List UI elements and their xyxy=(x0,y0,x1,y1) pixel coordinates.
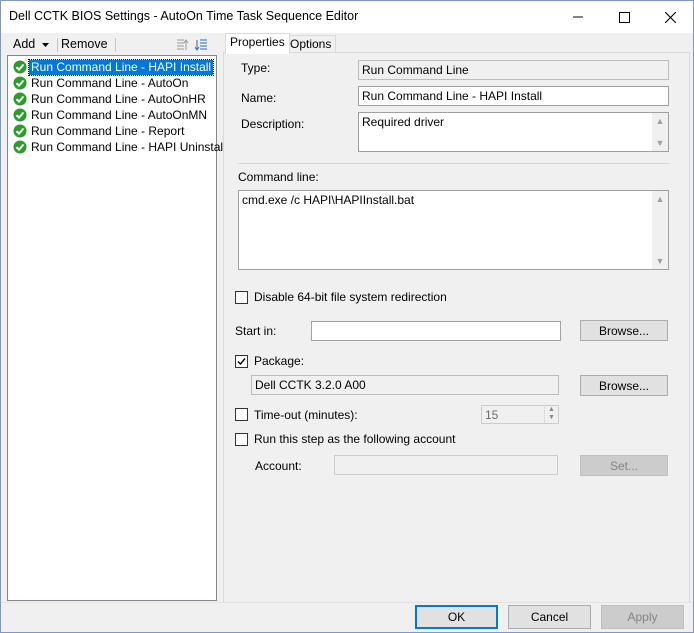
name-label: Name: xyxy=(241,91,277,105)
ok-button[interactable]: OK xyxy=(415,605,498,629)
close-icon xyxy=(664,11,676,23)
apply-button[interactable]: Apply xyxy=(601,605,684,629)
scroll-up-icon[interactable]: ▲ xyxy=(652,191,668,207)
success-check-icon xyxy=(13,140,27,154)
scroll-down-icon[interactable]: ▼ xyxy=(652,253,668,269)
description-input[interactable]: Required driver ▲ ▼ xyxy=(358,112,669,152)
toolbar-separator xyxy=(57,38,58,52)
stepper-down-icon[interactable]: ▼ xyxy=(545,414,558,422)
move-down-button[interactable] xyxy=(194,37,211,56)
run-as-label: Run this step as the following account xyxy=(254,432,456,446)
start-in-input[interactable] xyxy=(311,321,561,341)
timeout-value: 15 xyxy=(485,408,499,422)
type-label: Type: xyxy=(241,61,271,75)
success-check-icon xyxy=(13,76,27,90)
timeout-checkbox[interactable] xyxy=(235,408,248,421)
dialog-body: Add Remove Run Command Line - HAPI Insta… xyxy=(1,33,693,632)
tree-item-autoonmn[interactable]: Run Command Line - AutoOnMN xyxy=(13,107,209,123)
scroll-up-icon[interactable]: ▲ xyxy=(652,113,668,129)
maximize-icon xyxy=(618,11,630,23)
package-checkbox[interactable] xyxy=(235,355,248,368)
tree-item-autoon[interactable]: Run Command Line - AutoOn xyxy=(13,75,190,91)
minimize-icon xyxy=(573,16,583,18)
disable-redirection-checkbox[interactable] xyxy=(235,291,248,304)
name-input[interactable]: Run Command Line - HAPI Install xyxy=(358,86,669,106)
toolbar-separator xyxy=(115,38,116,52)
success-check-icon xyxy=(13,124,27,138)
package-browse-button[interactable]: Browse... xyxy=(580,375,668,396)
remove-button[interactable]: Remove xyxy=(61,37,108,51)
disable-redirection-label: Disable 64-bit file system redirection xyxy=(254,290,447,304)
account-input[interactable] xyxy=(334,455,558,475)
success-check-icon xyxy=(13,60,27,74)
cancel-button[interactable]: Cancel xyxy=(508,605,591,629)
stepper-up-icon[interactable]: ▲ xyxy=(545,406,558,414)
start-in-browse-button[interactable]: Browse... xyxy=(580,320,668,341)
tree-item-hapi-uninstall[interactable]: Run Command Line - HAPI Uninstall xyxy=(13,139,228,155)
properties-panel: Type: Run Command Line Name: Run Command… xyxy=(223,52,690,603)
dropdown-arrow-icon xyxy=(41,42,49,47)
tree-item-report[interactable]: Run Command Line - Report xyxy=(13,123,186,139)
package-field: Dell CCTK 3.2.0 A00 xyxy=(251,375,559,395)
stepper-arrows[interactable]: ▲ ▼ xyxy=(544,406,558,423)
timeout-label: Time-out (minutes): xyxy=(254,408,358,422)
section-divider xyxy=(238,163,669,164)
close-button[interactable] xyxy=(647,1,693,33)
description-scrollbar[interactable]: ▲ ▼ xyxy=(652,113,668,151)
set-account-button[interactable]: Set... xyxy=(580,455,668,476)
task-sequence-tree[interactable]: Run Command Line - HAPI Install Run Comm… xyxy=(7,55,226,601)
success-check-icon xyxy=(13,108,27,122)
tree-item-autoonhr[interactable]: Run Command Line - AutoOnHR xyxy=(13,91,208,107)
command-line-label: Command line: xyxy=(238,170,319,184)
package-label: Package: xyxy=(254,354,305,368)
add-label: Add xyxy=(13,37,36,51)
tree-item-label: Run Command Line - HAPI Uninstall xyxy=(31,139,226,154)
tab-options[interactable]: Options xyxy=(285,35,337,53)
window-title: Dell CCTK BIOS Settings - AutoOn Time Ta… xyxy=(9,9,359,23)
maximize-button[interactable] xyxy=(601,1,647,33)
scroll-down-icon[interactable]: ▼ xyxy=(652,135,668,151)
tab-properties[interactable]: Properties xyxy=(225,33,290,54)
title-bar: Dell CCTK BIOS Settings - AutoOn Time Ta… xyxy=(1,1,693,33)
run-as-checkbox[interactable] xyxy=(235,433,248,446)
description-label: Description: xyxy=(241,117,305,131)
command-line-input[interactable]: cmd.exe /c HAPI\HAPIInstall.bat ▲ ▼ xyxy=(238,190,669,270)
success-check-icon xyxy=(13,92,27,106)
tree-item-label: Run Command Line - AutoOn xyxy=(31,75,189,90)
tree-item-label: Run Command Line - Report xyxy=(31,123,185,138)
command-line-scrollbar[interactable]: ▲ ▼ xyxy=(652,191,668,269)
move-up-button[interactable] xyxy=(173,37,189,56)
start-in-label: Start in: xyxy=(235,324,277,338)
account-label: Account: xyxy=(255,459,302,473)
add-button[interactable]: Add xyxy=(13,37,49,51)
minimize-button[interactable] xyxy=(555,1,601,33)
tree-item-label: Run Command Line - AutoOnHR xyxy=(31,91,206,106)
sequence-toolbar: Add Remove xyxy=(7,35,217,55)
description-text: Required driver xyxy=(362,115,445,129)
move-down-icon xyxy=(194,39,207,51)
footer-divider xyxy=(1,602,693,603)
tree-item-label: Run Command Line - AutoOnMN xyxy=(31,107,208,122)
timeout-stepper[interactable]: 15 ▲ ▼ xyxy=(481,405,559,424)
tree-item-label: Run Command Line - HAPI Install xyxy=(27,58,215,76)
task-sequence-editor-window: Dell CCTK BIOS Settings - AutoOn Time Ta… xyxy=(0,0,694,633)
type-field: Run Command Line xyxy=(358,60,669,80)
move-up-icon xyxy=(177,39,189,50)
tree-item-hapi-install[interactable]: Run Command Line - HAPI Install xyxy=(13,58,215,76)
command-line-text: cmd.exe /c HAPI\HAPIInstall.bat xyxy=(242,193,415,207)
checkmark-icon xyxy=(237,358,246,366)
